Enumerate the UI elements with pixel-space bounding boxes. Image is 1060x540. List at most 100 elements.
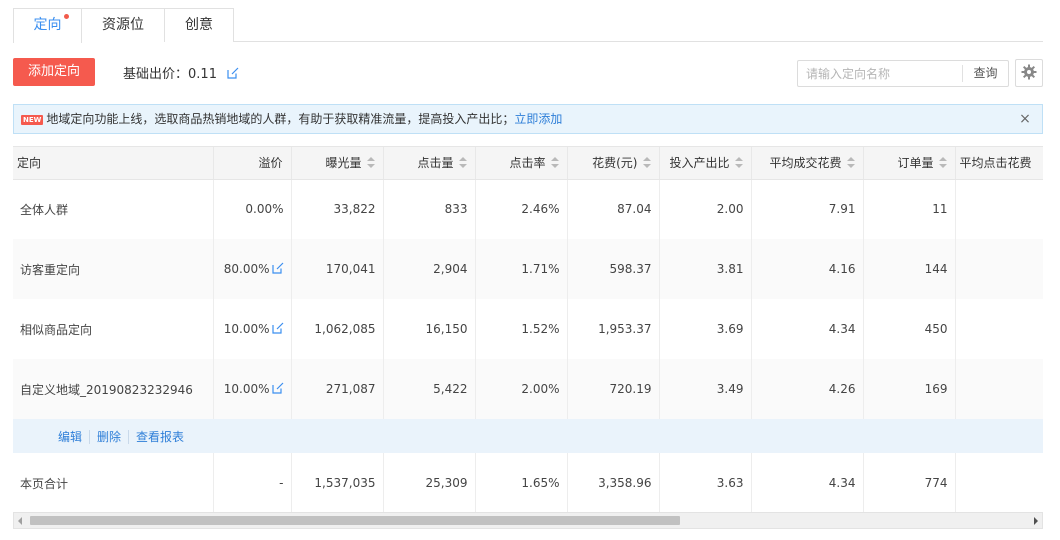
total-avg-click-cost-cell xyxy=(955,453,1043,512)
horizontal-scrollbar[interactable] xyxy=(13,512,1043,529)
col-label: 订单量 xyxy=(897,156,934,171)
sort-icon[interactable] xyxy=(366,157,375,169)
ctr-cell: 1.52% xyxy=(475,299,568,359)
tab-targeting[interactable]: 定向 xyxy=(13,8,82,43)
total-cost-cell: 3,358.96 xyxy=(567,453,660,512)
col-header-ctr[interactable]: 点击率 xyxy=(475,147,568,180)
clicks-cell: 833 xyxy=(383,179,476,239)
tab-label: 资源位 xyxy=(102,17,144,33)
col-header-cost[interactable]: 花费(元) xyxy=(567,147,660,180)
total-label: 本页合计 xyxy=(13,453,214,512)
search-button[interactable]: 查询 xyxy=(962,65,1008,82)
sort-icon[interactable] xyxy=(734,157,743,169)
roi-cell: 3.49 xyxy=(659,359,752,419)
edit-icon[interactable] xyxy=(271,382,284,397)
cost-cell: 87.04 xyxy=(567,179,660,239)
edit-link[interactable]: 编辑 xyxy=(51,429,91,444)
tab-bar: 定向 资源位 创意 xyxy=(13,8,1043,43)
targeting-name: 自定义地域_20190823232946 xyxy=(20,382,193,397)
gear-icon xyxy=(1021,64,1037,83)
scroll-left-icon[interactable] xyxy=(18,517,22,525)
roi-cell: 3.81 xyxy=(659,239,752,299)
total-roi-cell: 3.63 xyxy=(659,453,752,512)
view-report-link[interactable]: 查看报表 xyxy=(129,430,191,444)
avg-deal-cost-cell: 4.16 xyxy=(751,239,864,299)
table-row[interactable]: 全体人群 0.00% 33,822 833 2.46% 87.04 2.00 7.91 11 xyxy=(13,179,1043,239)
total-avg-deal-cost-cell: 4.34 xyxy=(751,453,864,512)
sort-icon[interactable] xyxy=(938,157,947,169)
data-table: 定向 溢价 曝光量 点击量 点击率 花费(元) 投入产出比 平均成交花费 订单量… xyxy=(13,146,1043,512)
avg-click-cost-cell xyxy=(955,299,1043,359)
col-header-avg-click-cost[interactable]: 平均点击花费 xyxy=(955,147,1043,180)
total-impressions-cell: 1,537,035 xyxy=(291,453,384,512)
roi-cell: 2.00 xyxy=(659,179,752,239)
premium-value: 0.00% xyxy=(245,202,284,217)
avg-click-cost-cell xyxy=(955,359,1043,419)
notice-bar: NEW 地域定向功能上线，选取商品热销地域的人群，有助于获取精准流量，提高投入产出… xyxy=(13,104,1043,134)
clicks-cell: 16,150 xyxy=(383,299,476,359)
orders-cell: 11 xyxy=(863,179,956,239)
cost-cell: 1,953.37 xyxy=(567,299,660,359)
targeting-name: 访客重定向 xyxy=(20,262,81,277)
settings-button[interactable] xyxy=(1015,59,1043,87)
edit-icon[interactable] xyxy=(271,262,284,277)
sort-icon[interactable] xyxy=(846,157,855,169)
edit-icon[interactable] xyxy=(271,322,284,337)
avg-click-cost-cell xyxy=(955,179,1043,239)
premium-cell: 0.00% xyxy=(213,179,292,239)
add-now-link[interactable]: 立即添加 xyxy=(514,112,562,126)
avg-deal-cost-cell: 7.91 xyxy=(751,179,864,239)
ctr-cell: 2.00% xyxy=(475,359,568,419)
col-header-roi[interactable]: 投入产出比 xyxy=(659,147,752,180)
ctr-cell: 1.71% xyxy=(475,239,568,299)
premium-cell: 10.00% xyxy=(213,359,292,419)
roi-cell: 3.69 xyxy=(659,299,752,359)
tab-placement[interactable]: 资源位 xyxy=(81,8,165,42)
tab-label: 定向 xyxy=(33,17,62,33)
col-label: 花费(元) xyxy=(592,156,638,171)
scroll-right-icon[interactable] xyxy=(1034,517,1038,525)
sort-icon[interactable] xyxy=(642,157,651,169)
clicks-cell: 2,904 xyxy=(383,239,476,299)
col-header-avg-deal-cost[interactable]: 平均成交花费 xyxy=(751,147,864,180)
tab-label: 创意 xyxy=(185,17,213,33)
table-row[interactable]: 访客重定向 80.00% 170,041 2,904 1.71% 598.37 3.81 4.… xyxy=(13,239,1043,299)
premium-value: 10.00% xyxy=(223,381,270,396)
impressions-cell: 33,822 xyxy=(291,179,384,239)
col-header-clicks[interactable]: 点击量 xyxy=(383,147,476,180)
row-actions-cell: 编辑 删除 查看报表 xyxy=(13,419,1043,453)
col-header-impressions[interactable]: 曝光量 xyxy=(291,147,384,180)
premium-cell: 80.00% xyxy=(213,239,292,299)
base-bid: 基础出价：0.11 xyxy=(123,63,239,83)
orders-cell: 169 xyxy=(863,359,956,419)
sort-icon[interactable] xyxy=(458,157,467,169)
col-header-orders[interactable]: 订单量 xyxy=(863,147,956,180)
premium-cell: 10.00% xyxy=(213,299,292,359)
orders-cell: 144 xyxy=(863,239,956,299)
table-row[interactable]: 自定义地域_20190823232946 10.00% 271,087 5,422 2.… xyxy=(13,359,1043,419)
targeting-name-cell: 访客重定向 xyxy=(13,239,214,299)
targeting-name: 相似商品定向 xyxy=(20,322,93,337)
premium-value: 10.00% xyxy=(223,321,270,336)
orders-cell: 450 xyxy=(863,299,956,359)
close-icon[interactable]: × xyxy=(1018,105,1032,133)
search-input[interactable] xyxy=(806,64,956,83)
edit-icon[interactable] xyxy=(227,67,239,83)
avg-deal-cost-cell: 4.34 xyxy=(751,299,864,359)
tab-creative[interactable]: 创意 xyxy=(164,8,234,42)
sort-icon[interactable] xyxy=(550,157,559,169)
premium-value: 80.00% xyxy=(223,261,270,276)
targeting-name-cell: 自定义地域_20190823232946 xyxy=(13,359,214,419)
notice-text: 地域定向功能上线，选取商品热销地域的人群，有助于获取精准流量，提高投入产出比； xyxy=(46,112,515,126)
scrollbar-thumb[interactable] xyxy=(30,516,680,525)
avg-deal-cost-cell: 4.26 xyxy=(751,359,864,419)
row-actions: 编辑 删除 查看报表 xyxy=(13,419,1043,453)
col-label: 平均点击花费 xyxy=(959,156,1032,171)
add-targeting-button[interactable]: 添加定向 xyxy=(13,58,95,86)
table-row[interactable]: 相似商品定向 10.00% 1,062,085 16,150 1.52% 1,953.37… xyxy=(13,299,1043,359)
col-label: 曝光量 xyxy=(325,156,362,171)
avg-click-cost-cell xyxy=(955,239,1043,299)
new-badge: NEW xyxy=(21,115,44,125)
delete-link[interactable]: 删除 xyxy=(90,429,130,444)
col-header-premium: 溢价 xyxy=(213,147,292,180)
